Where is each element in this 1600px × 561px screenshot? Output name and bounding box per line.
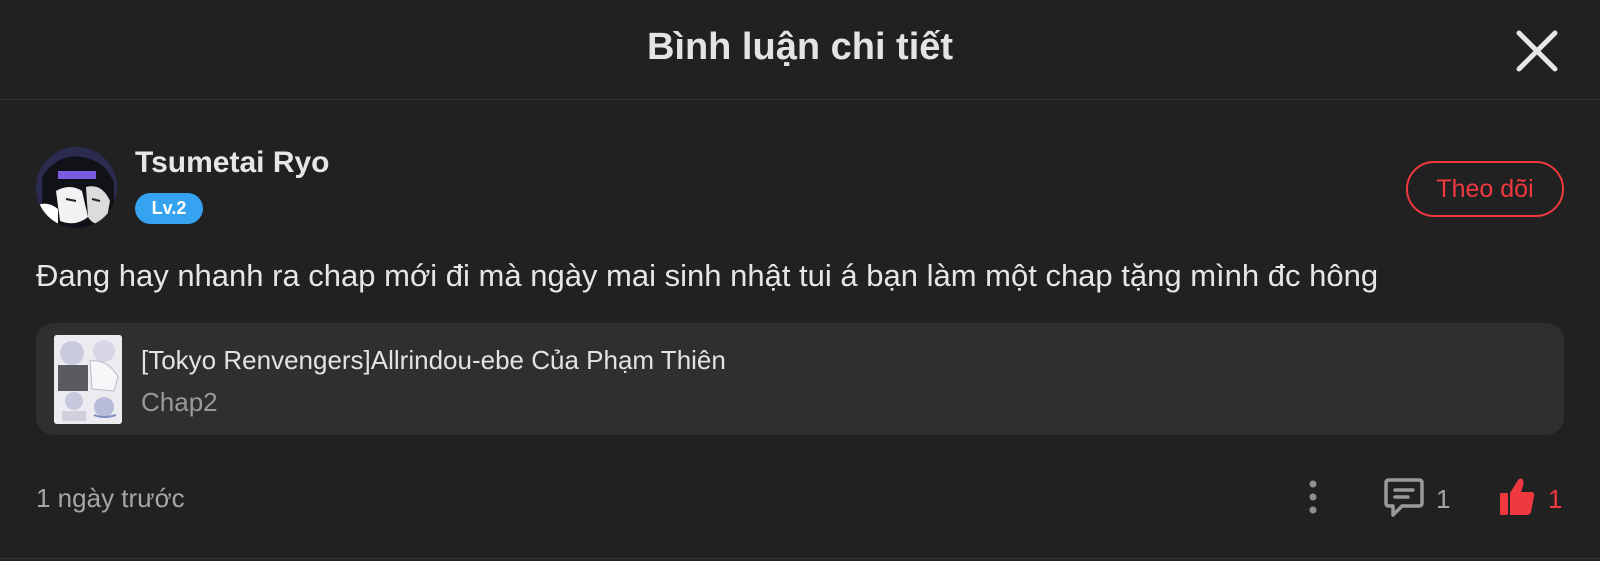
story-title: [Tokyo Renvengers]Allrindou-ebe Của Phạm… xyxy=(141,345,726,375)
avatar[interactable] xyxy=(36,147,117,228)
divider xyxy=(0,558,1600,559)
story-chapter: Chap2 xyxy=(141,387,218,417)
username[interactable]: Tsumetai Ryo xyxy=(135,146,330,180)
level-badge: Lv.2 xyxy=(135,193,203,224)
like-count: 1 xyxy=(1548,484,1563,514)
more-options-button[interactable] xyxy=(1300,478,1326,516)
page-title: Bình luận chi tiết xyxy=(646,26,954,68)
header: Bình luận chi tiết xyxy=(0,0,1600,100)
story-card[interactable]: [Tokyo Renvengers]Allrindou-ebe Của Phạm… xyxy=(36,323,1564,435)
timestamp: 1 ngày trước xyxy=(36,483,185,513)
follow-button[interactable]: Theo dõi xyxy=(1406,161,1564,217)
comment-icon xyxy=(1384,478,1424,517)
close-icon xyxy=(1516,30,1558,72)
more-vertical-icon xyxy=(1309,480,1317,514)
like-button[interactable] xyxy=(1498,476,1536,520)
reply-button[interactable] xyxy=(1384,476,1424,520)
reply-count: 1 xyxy=(1436,484,1451,514)
comment-text: Đang hay nhanh ra chap mới đi mà ngày ma… xyxy=(36,258,1379,293)
close-button[interactable] xyxy=(1514,28,1560,74)
thumbs-up-icon xyxy=(1500,478,1535,515)
story-thumbnail xyxy=(54,335,122,424)
